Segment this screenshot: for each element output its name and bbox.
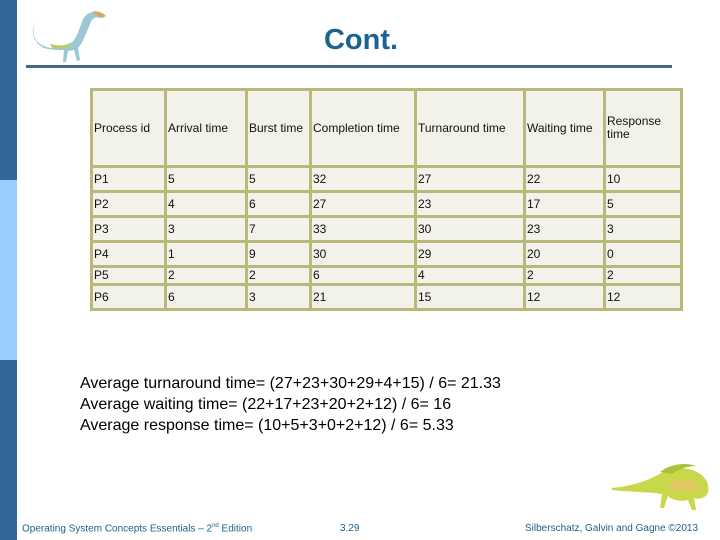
header-arrival-time: Arrival time [164, 88, 248, 168]
footer-page-number: 3.29 [340, 523, 360, 534]
cell-completion-time: 30 [309, 240, 417, 268]
header-process-id: Process id [90, 88, 167, 168]
cell-response-time: 5 [603, 190, 683, 218]
footer-edition-superscript: nd [212, 523, 219, 529]
average-response-line: Average response time= (10+5+3+0+2+12) /… [80, 417, 454, 434]
cell-arrival-time: 5 [164, 165, 248, 193]
process-table: Process id Arrival time Burst time Compl… [90, 88, 683, 311]
cell-process-id: P1 [90, 165, 167, 193]
average-waiting-line: Average waiting time= (22+17+23+20+2+12)… [80, 396, 452, 413]
average-turnaround-line: Average turnaround time= (27+23+30+29+4+… [80, 375, 501, 392]
cell-response-time: 12 [603, 283, 683, 311]
cell-completion-time: 32 [309, 165, 417, 193]
footer-book-title: Operating System Concepts Essentials – 2… [22, 523, 252, 534]
cell-waiting-time: 23 [523, 215, 606, 243]
cell-waiting-time: 17 [523, 190, 606, 218]
cell-turnaround-time: 23 [414, 190, 526, 218]
sidebar-stripe-middle [0, 180, 17, 360]
header-burst-time: Burst time [245, 88, 312, 168]
footer-book-title-text: Operating System Concepts Essentials – 2 [22, 523, 213, 535]
header-completion-time: Completion time [309, 88, 417, 168]
cell-arrival-time: 4 [164, 190, 248, 218]
cell-burst-time: 3 [245, 283, 312, 311]
cell-response-time: 10 [603, 165, 683, 193]
cell-response-time: 2 [603, 265, 683, 286]
cell-arrival-time: 3 [164, 215, 248, 243]
footer-edition-suffix: Edition [218, 523, 253, 535]
cell-burst-time: 6 [245, 190, 312, 218]
cell-burst-time: 7 [245, 215, 312, 243]
cell-burst-time: 5 [245, 165, 312, 193]
table-header-row: Process id Arrival time Burst time Compl… [90, 88, 683, 168]
table-row: P6 6 3 21 15 12 12 [90, 283, 683, 311]
cell-turnaround-time: 27 [414, 165, 526, 193]
cell-process-id: P3 [90, 215, 167, 243]
cell-waiting-time: 20 [523, 240, 606, 268]
cell-burst-time: 9 [245, 240, 312, 268]
cell-completion-time: 6 [309, 265, 417, 286]
cell-process-id: P4 [90, 240, 167, 268]
cell-turnaround-time: 15 [414, 283, 526, 311]
cell-waiting-time: 2 [523, 265, 606, 286]
cell-completion-time: 33 [309, 215, 417, 243]
footer-copyright: Silberschatz, Galvin and Gagne ©2013 [525, 523, 699, 534]
cell-arrival-time: 2 [164, 265, 248, 286]
sidebar-stripe-bottom [0, 360, 17, 540]
header-waiting-time: Waiting time [523, 88, 606, 168]
cell-arrival-time: 6 [164, 283, 248, 311]
cell-process-id: P6 [90, 283, 167, 311]
title-underline [26, 65, 672, 68]
table-row: P4 1 9 30 29 20 0 [90, 240, 683, 268]
cell-process-id: P2 [90, 190, 167, 218]
dinosaur-logo-icon [612, 464, 709, 510]
averages-block: Average turnaround time= (27+23+30+29+4+… [80, 373, 501, 436]
cell-process-id: P5 [90, 265, 167, 286]
table-row: P2 4 6 27 23 17 5 [90, 190, 683, 218]
cell-turnaround-time: 30 [414, 215, 526, 243]
cell-turnaround-time: 4 [414, 265, 526, 286]
cell-turnaround-time: 29 [414, 240, 526, 268]
cell-completion-time: 21 [309, 283, 417, 311]
cell-waiting-time: 22 [523, 165, 606, 193]
slide-title: Cont. [323, 24, 399, 56]
table-row: P1 5 5 32 27 22 10 [90, 165, 683, 193]
cell-waiting-time: 12 [523, 283, 606, 311]
cell-arrival-time: 1 [164, 240, 248, 268]
header-turnaround-time: Turnaround time [414, 88, 526, 168]
table-row: P5 2 2 6 4 2 2 [90, 265, 683, 286]
cell-completion-time: 27 [309, 190, 417, 218]
cell-response-time: 0 [603, 240, 683, 268]
table-row: P3 3 7 33 30 23 3 [90, 215, 683, 243]
cell-response-time: 3 [603, 215, 683, 243]
header-response-time: Response time [603, 88, 683, 168]
cell-burst-time: 2 [245, 265, 312, 286]
